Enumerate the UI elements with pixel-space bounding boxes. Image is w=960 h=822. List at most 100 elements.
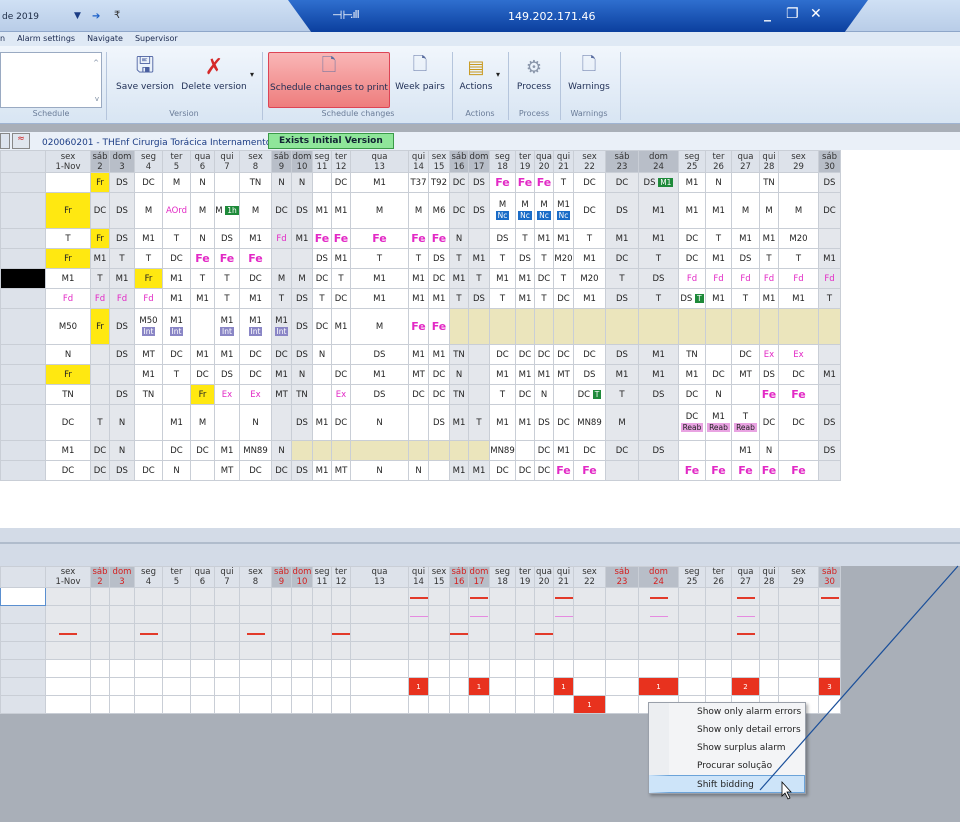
alarm-cell[interactable]	[162, 587, 191, 606]
alarm-cell[interactable]	[818, 695, 841, 714]
shift-cell[interactable]: DC	[239, 268, 272, 289]
shift-cell[interactable]: M1	[134, 228, 163, 249]
alarm-label-cell[interactable]	[0, 587, 46, 606]
alarm-cell[interactable]	[468, 623, 490, 642]
alarm-cell[interactable]	[190, 677, 215, 696]
shift-cell[interactable]: M1	[553, 440, 574, 461]
alarm-cell[interactable]	[291, 641, 313, 660]
day-header[interactable]: qui 28	[759, 566, 779, 588]
shift-cell[interactable]	[759, 308, 779, 345]
alarm-cell[interactable]	[428, 677, 450, 696]
shift-cell[interactable]: T	[134, 248, 163, 269]
alarm-cell[interactable]	[818, 623, 841, 642]
shift-cell[interactable]: DC	[271, 344, 292, 365]
alarm-cell[interactable]	[408, 659, 429, 678]
alarm-cell[interactable]	[638, 623, 679, 642]
alarm-cell[interactable]	[291, 587, 313, 606]
shift-cell[interactable]: Ex	[778, 344, 819, 365]
shift-cell[interactable]: T	[553, 268, 574, 289]
alarm-cell[interactable]	[489, 605, 516, 624]
employee-cell[interactable]	[0, 268, 46, 289]
alarm-cell[interactable]	[428, 695, 450, 714]
shift-cell[interactable]: M1	[818, 248, 841, 269]
shift-cell[interactable]: Fd	[134, 288, 163, 309]
alarm-cell[interactable]	[134, 587, 163, 606]
alarm-cell[interactable]	[428, 605, 450, 624]
shift-cell[interactable]: DC	[331, 404, 351, 441]
shift-cell[interactable]	[350, 440, 409, 461]
shift-cell[interactable]: DS	[214, 228, 240, 249]
shift-cell[interactable]	[134, 440, 163, 461]
restore-icon[interactable]: ❐	[786, 6, 799, 22]
shift-cell[interactable]: M1	[678, 172, 706, 193]
alarm-cell[interactable]	[638, 605, 679, 624]
day-header[interactable]: seg 4	[134, 150, 163, 173]
shift-cell[interactable]: T	[90, 404, 110, 441]
day-header[interactable]: sex 22	[573, 150, 606, 173]
shift-cell[interactable]: Fd	[271, 228, 292, 249]
shift-cell[interactable]: DC	[134, 172, 163, 193]
shift-cell[interactable]: T	[705, 228, 732, 249]
shift-cell[interactable]: Fd	[705, 268, 732, 289]
shift-cell[interactable]: N	[534, 384, 554, 405]
shift-cell[interactable]: M	[731, 192, 760, 229]
day-header[interactable]: ter 12	[331, 150, 351, 173]
shift-cell[interactable]: Fe	[408, 308, 429, 345]
alarm-cell[interactable]	[45, 605, 91, 624]
alarm-cell[interactable]	[489, 695, 516, 714]
shift-cell[interactable]: DCDC T	[573, 384, 606, 405]
shift-cell[interactable]: N	[408, 460, 429, 481]
day-header[interactable]: sáb 2	[90, 150, 110, 173]
alarm-cell[interactable]	[759, 587, 779, 606]
shift-cell[interactable]: DC	[90, 192, 110, 229]
alarm-cell[interactable]	[678, 641, 706, 660]
shift-cell[interactable]	[468, 440, 490, 461]
alarm-cell[interactable]	[331, 659, 351, 678]
day-header[interactable]: sáb 9	[271, 566, 292, 588]
alarm-cell[interactable]	[605, 695, 639, 714]
day-header[interactable]: ter 19	[515, 566, 535, 588]
day-header[interactable]: sáb 30	[818, 150, 841, 173]
alarm-cell[interactable]	[271, 605, 292, 624]
shift-cell[interactable]: T	[214, 288, 240, 309]
shift-cell[interactable]: M1M1Int	[162, 308, 191, 345]
shift-cell[interactable]: T	[271, 288, 292, 309]
alarm-cell[interactable]	[573, 659, 606, 678]
shift-cell[interactable]: M	[778, 192, 819, 229]
alarm-cell[interactable]	[350, 605, 409, 624]
alarm-cell[interactable]	[468, 605, 490, 624]
shift-cell[interactable]: M1	[449, 460, 469, 481]
shift-cell[interactable]: Fd	[759, 268, 779, 289]
shift-cell[interactable]: M1	[731, 440, 760, 461]
shift-cell[interactable]: M	[605, 404, 639, 441]
alarm-cell[interactable]	[515, 587, 535, 606]
shift-cell[interactable]: M1	[331, 192, 351, 229]
shift-cell[interactable]: M1	[271, 364, 292, 385]
alarm-cell[interactable]	[428, 659, 450, 678]
shift-cell[interactable]: T	[162, 364, 191, 385]
shift-cell[interactable]	[468, 308, 490, 345]
day-header[interactable]: dom 24	[638, 150, 679, 173]
day-header[interactable]: seg 18	[489, 150, 516, 173]
shift-cell[interactable]: N	[271, 172, 292, 193]
alarm-cell[interactable]	[705, 605, 732, 624]
alarm-cell[interactable]	[449, 659, 469, 678]
chevron-down-icon[interactable]: ▼	[74, 11, 81, 21]
shift-cell[interactable]: M1	[534, 228, 554, 249]
shift-cell[interactable]	[190, 308, 215, 345]
shift-cell[interactable]: M1	[428, 344, 450, 365]
chevron-down-icon[interactable]: ▾	[250, 70, 254, 79]
shift-cell[interactable]: DC	[162, 440, 191, 461]
alarm-cell[interactable]	[534, 641, 554, 660]
employee-cell[interactable]	[0, 344, 46, 365]
shift-cell[interactable]: Fe	[534, 172, 554, 193]
day-header[interactable]: qui 7	[214, 150, 240, 173]
shift-cell[interactable]	[449, 308, 469, 345]
shift-cell[interactable]: DC	[605, 248, 639, 269]
shift-cell[interactable]	[331, 344, 351, 365]
shift-cell[interactable]: MT	[214, 460, 240, 481]
shift-cell[interactable]: Ex	[331, 384, 351, 405]
shift-cell[interactable]	[134, 404, 163, 441]
shift-cell[interactable]: DS	[534, 404, 554, 441]
shift-cell[interactable]: N	[45, 344, 91, 365]
